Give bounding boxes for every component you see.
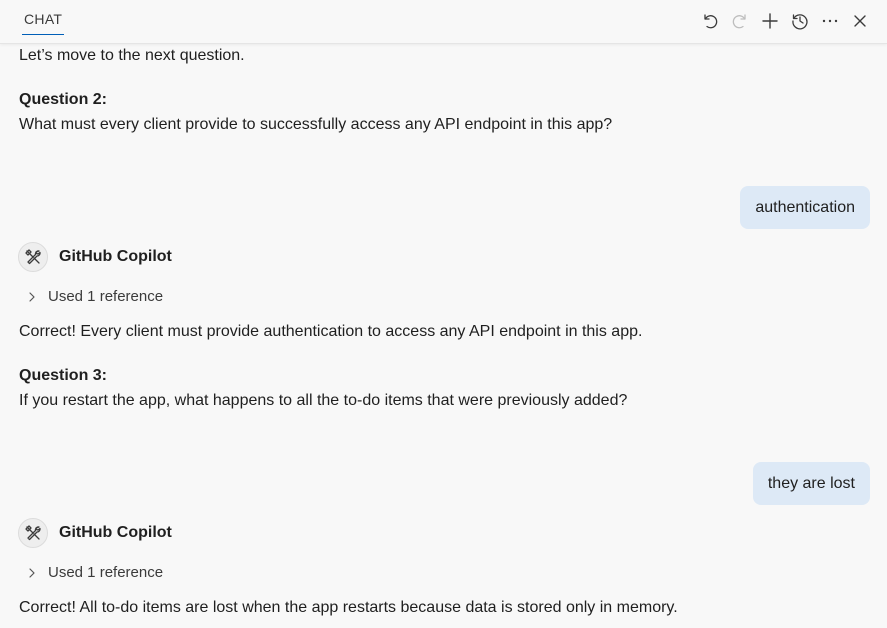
more-actions-button[interactable] (815, 8, 845, 34)
chevron-right-icon (24, 565, 40, 581)
undo-icon (704, 14, 718, 29)
undo-button[interactable] (695, 8, 725, 34)
chat-toolbar (695, 8, 875, 34)
agent-name: GitHub Copilot (59, 524, 172, 541)
question-text: If you restart the app, what happens to … (19, 392, 628, 409)
history-button[interactable] (785, 8, 815, 34)
question-heading: Question 3: (19, 367, 108, 384)
question-text: What must every client provide to succes… (19, 116, 613, 133)
question-heading: Question 2: (19, 91, 108, 108)
close-button[interactable] (845, 8, 875, 34)
history-icon (792, 14, 808, 30)
plus-icon (762, 13, 778, 29)
user-message-bubble: they are lost (752, 462, 870, 505)
tools-icon (25, 525, 41, 541)
chat-header: CHAT (0, 0, 887, 44)
ellipsis-icon (822, 19, 838, 23)
agent-name: GitHub Copilot (59, 248, 172, 265)
message-text: Let’s move to the next question. (19, 47, 245, 64)
used-references-toggle[interactable]: Used 1 reference (24, 286, 163, 308)
new-chat-button[interactable] (755, 8, 785, 34)
reference-label: Used 1 reference (48, 564, 164, 581)
copilot-avatar (18, 242, 48, 272)
chat-panel: Let’s move to the next question. Questio… (0, 0, 887, 628)
copilot-avatar (18, 518, 48, 548)
agent-reply: Correct! All to-do items are lost when t… (19, 599, 678, 616)
user-message-bubble: authentication (740, 186, 870, 229)
used-references-toggle[interactable]: Used 1 reference (24, 562, 163, 584)
agent-reply: Correct! Every client must provide authe… (19, 323, 643, 340)
chat-transcript: Let’s move to the next question. Questio… (0, 0, 887, 628)
tools-icon (25, 249, 41, 265)
tab-chat[interactable]: CHAT (22, 11, 65, 35)
redo-button[interactable] (725, 8, 755, 34)
chevron-right-icon (24, 289, 40, 305)
reference-label: Used 1 reference (48, 288, 164, 305)
close-icon (854, 15, 866, 27)
redo-icon (732, 14, 746, 29)
